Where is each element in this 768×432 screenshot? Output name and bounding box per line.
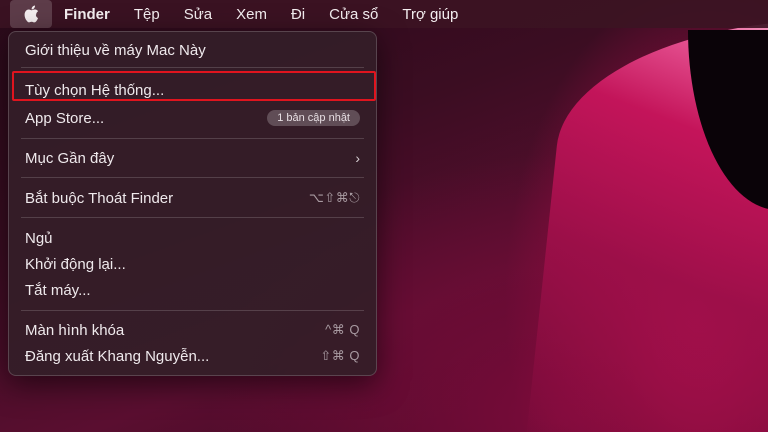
menu-item-lock-screen[interactable]: Màn hình khóa ^⌘ Q	[25, 319, 360, 341]
logout-shortcut: ⇧⌘ Q	[320, 348, 360, 363]
lock-screen-label: Màn hình khóa	[25, 321, 125, 339]
menu-edit[interactable]: Sửa	[172, 6, 224, 23]
menu-item-sleep[interactable]: Ngủ	[25, 227, 360, 249]
separator	[21, 67, 364, 68]
menu-item-shutdown[interactable]: Tắt máy...	[25, 279, 360, 301]
menu-item-about[interactable]: Giới thiệu về máy Mac Này	[25, 39, 360, 61]
menu-item-restart[interactable]: Khởi động lại...	[25, 253, 360, 275]
highlight-box	[12, 71, 376, 101]
apple-menu-dropdown: Giới thiệu về máy Mac Này Tùy chọn Hệ th…	[8, 31, 377, 376]
menu-help[interactable]: Trợ giúp	[390, 6, 470, 23]
apple-logo-icon	[24, 5, 39, 23]
menu-item-force-quit[interactable]: Bắt buộc Thoát Finder ⌥⇧⌘⎋	[25, 187, 360, 209]
recent-items-label: Mục Gần đây	[25, 149, 115, 167]
separator	[21, 217, 364, 218]
menu-bar: Finder Tệp Sửa Xem Đi Cửa sổ Trợ giúp	[0, 0, 768, 28]
menu-go[interactable]: Đi	[279, 6, 317, 23]
menu-file[interactable]: Tệp	[122, 6, 172, 23]
force-quit-shortcut: ⌥⇧⌘⎋	[308, 190, 360, 205]
separator	[21, 138, 364, 139]
separator	[21, 310, 364, 311]
chevron-right-icon: ›	[355, 150, 360, 166]
menu-finder[interactable]: Finder	[52, 6, 122, 23]
menu-window[interactable]: Cửa sổ	[317, 6, 390, 23]
lock-screen-shortcut: ^⌘ Q	[325, 322, 360, 337]
sleep-label: Ngủ	[25, 229, 53, 247]
menu-item-recent-items[interactable]: Mục Gần đây ›	[25, 147, 360, 169]
update-badge: 1 bản cập nhật	[267, 110, 360, 126]
menu-view[interactable]: Xem	[224, 6, 279, 23]
shutdown-label: Tắt máy...	[25, 281, 91, 299]
force-quit-label: Bắt buộc Thoát Finder	[25, 189, 174, 207]
app-store-label: App Store...	[25, 109, 105, 127]
logout-label: Đăng xuất Khang Nguyễn...	[25, 347, 210, 365]
separator	[21, 177, 364, 178]
restart-label: Khởi động lại...	[25, 255, 126, 273]
menu-item-app-store[interactable]: App Store... 1 bản cập nhật	[25, 107, 360, 129]
apple-menu-button[interactable]	[10, 0, 52, 28]
menu-item-logout[interactable]: Đăng xuất Khang Nguyễn... ⇧⌘ Q	[25, 345, 360, 367]
about-label: Giới thiệu về máy Mac Này	[25, 41, 206, 59]
